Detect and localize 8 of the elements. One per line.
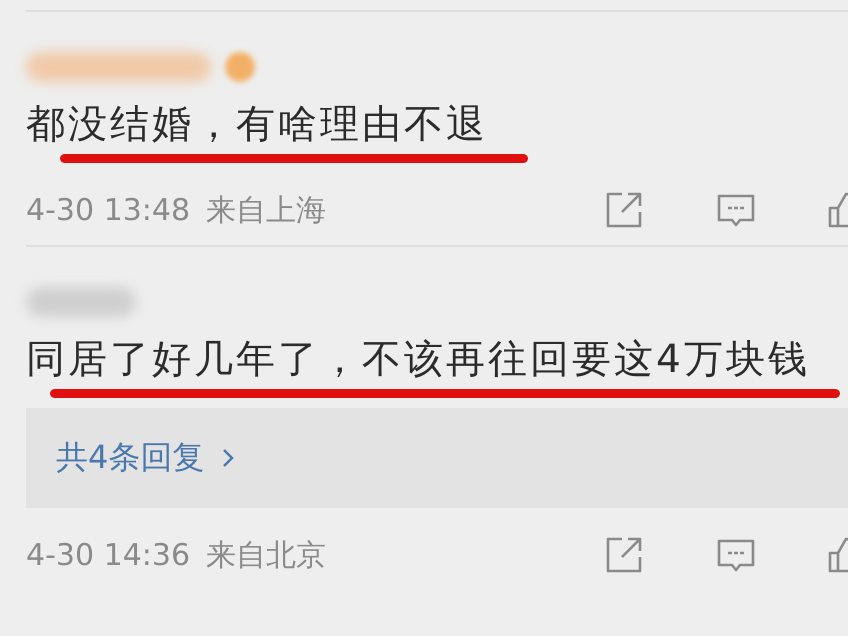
comment-time: 4-30 14:36 [26, 538, 190, 572]
comment-time: 4-30 13:48 [26, 192, 190, 228]
comment-text: 都没结婚，有啥理由不退 [26, 101, 489, 149]
replies-link[interactable]: 共4条回复 [56, 436, 204, 480]
comment-location: 来自北京 [206, 536, 326, 574]
comment-text: 同居了好几年了，不该再往回要这4万块钱 [26, 336, 811, 384]
chevron-icon[interactable] [222, 448, 234, 468]
comment-location: 来自上海 [206, 192, 326, 230]
